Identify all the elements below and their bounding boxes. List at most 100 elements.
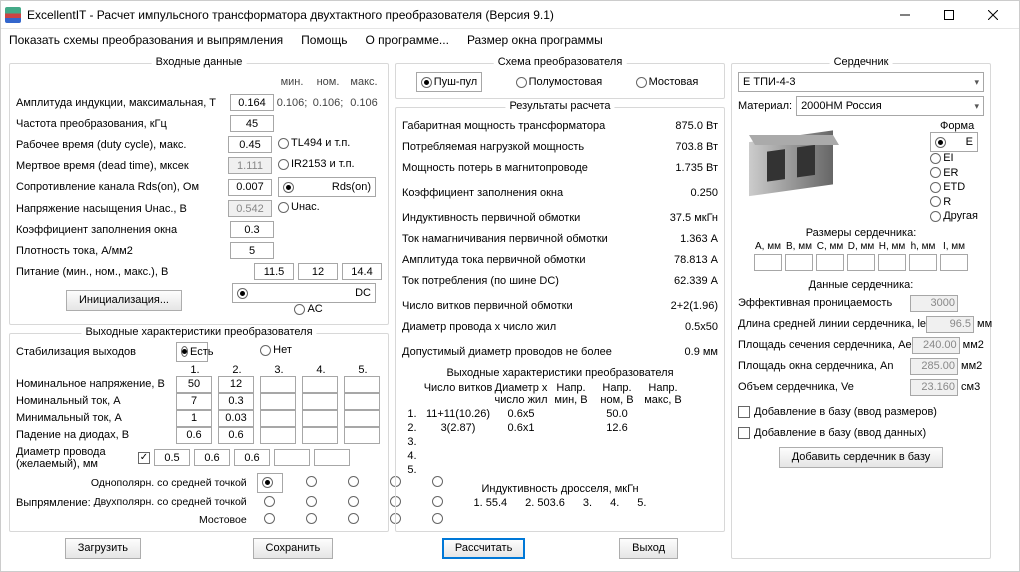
supply-max[interactable] xyxy=(342,263,382,280)
core-group: Сердечник Е ТПИ-4-3▾ Материал: 2000НМ Ро… xyxy=(731,63,991,559)
supply-nom[interactable] xyxy=(298,263,338,280)
driver-radio-usat[interactable]: Uнас. xyxy=(278,201,320,213)
menu-item[interactable]: О программе... xyxy=(366,33,449,47)
kfill-input[interactable] xyxy=(230,221,274,238)
maximize-button[interactable] xyxy=(927,2,971,28)
dim-input[interactable] xyxy=(847,254,875,271)
out-cell[interactable] xyxy=(302,393,338,410)
label: Индуктивность дросселя, мкГн xyxy=(402,483,718,495)
diam-cell[interactable] xyxy=(314,449,350,466)
driver-radio-ir2153[interactable]: IR2153 и т.п. xyxy=(278,158,355,170)
shape-radio[interactable]: EI xyxy=(930,152,953,164)
dead-input xyxy=(228,157,272,174)
scheme-pushpull[interactable]: Пуш-пул xyxy=(416,72,483,92)
dc-radio[interactable]: DC xyxy=(232,283,376,303)
core-data xyxy=(926,316,974,333)
add-dims-check[interactable] xyxy=(738,406,750,418)
core-select[interactable]: Е ТПИ-4-3▾ xyxy=(738,72,984,92)
rect-radio[interactable] xyxy=(257,473,283,493)
dim-input[interactable] xyxy=(878,254,906,271)
label: Амплитуда индукции, максимальная, Т xyxy=(16,97,230,109)
out-cell[interactable] xyxy=(176,376,212,393)
scheme-bridge[interactable]: Мостовая xyxy=(636,76,699,88)
core-data xyxy=(910,295,958,312)
dim-input[interactable] xyxy=(754,254,782,271)
close-button[interactable] xyxy=(971,2,1015,28)
out-cell[interactable] xyxy=(344,427,380,444)
rect-radio[interactable] xyxy=(264,496,275,507)
add-core-button[interactable]: Добавить сердечник в базу xyxy=(779,447,944,468)
out-cell[interactable] xyxy=(218,427,254,444)
label: Данные сердечника: xyxy=(738,279,984,291)
minimize-button[interactable] xyxy=(883,2,927,28)
shape-radio[interactable]: E xyxy=(930,132,978,152)
rect-radio[interactable] xyxy=(306,513,317,524)
scheme-halfbridge[interactable]: Полумостовая xyxy=(516,76,603,88)
supply-min[interactable] xyxy=(254,263,294,280)
stab-no[interactable]: Нет xyxy=(260,344,292,356)
diam-cell[interactable] xyxy=(194,449,230,466)
out-cell[interactable] xyxy=(302,410,338,427)
shape-radio[interactable]: ER xyxy=(930,167,958,179)
label: Размеры сердечника: xyxy=(738,227,984,239)
add-data-check[interactable] xyxy=(738,427,750,439)
driver-radio-rdson[interactable]: Rds(on) xyxy=(278,177,376,197)
menu-item[interactable]: Помощь xyxy=(301,33,347,47)
rect-radio[interactable] xyxy=(348,476,359,487)
out-cell[interactable] xyxy=(260,393,296,410)
rect-radio[interactable] xyxy=(348,513,359,524)
save-button[interactable]: Сохранить xyxy=(253,538,334,559)
titlebar: ExcellentIT - Расчет импульсного трансфо… xyxy=(1,1,1019,29)
load-button[interactable]: Загрузить xyxy=(65,538,141,559)
group-label: Выходные характеристики преобразователя xyxy=(81,326,316,338)
dim-input[interactable] xyxy=(816,254,844,271)
init-button[interactable]: Инициализация... xyxy=(66,290,182,311)
diam-check[interactable] xyxy=(138,452,150,464)
out-cell[interactable] xyxy=(260,427,296,444)
rect-radio[interactable] xyxy=(348,496,359,507)
out-cell[interactable] xyxy=(344,410,380,427)
ac-radio[interactable]: AC xyxy=(294,303,322,315)
shape-radio[interactable]: R xyxy=(930,196,951,208)
out-cell[interactable] xyxy=(302,376,338,393)
menu-item[interactable]: Показать схемы преобразования и выпрямле… xyxy=(9,33,283,47)
out-cell[interactable] xyxy=(218,376,254,393)
out-cell[interactable] xyxy=(176,427,212,444)
out-cell[interactable] xyxy=(302,427,338,444)
rect-radio[interactable] xyxy=(306,496,317,507)
out-cell[interactable] xyxy=(344,376,380,393)
rect-radio[interactable] xyxy=(264,513,275,524)
dim-input[interactable] xyxy=(909,254,937,271)
out-cell[interactable] xyxy=(260,376,296,393)
jdens-input[interactable] xyxy=(230,242,274,259)
material-select[interactable]: 2000НМ Россия▾ xyxy=(796,96,984,116)
freq-input[interactable] xyxy=(230,115,274,132)
exit-button[interactable]: Выход xyxy=(619,538,678,559)
duty-input[interactable] xyxy=(228,136,272,153)
out-cell[interactable] xyxy=(218,393,254,410)
diam-cell[interactable] xyxy=(234,449,270,466)
rect-radio[interactable] xyxy=(306,476,317,487)
scheme-group: Схема преобразователя Пуш-пул Полумостов… xyxy=(395,63,725,99)
driver-radio-tl494[interactable]: TL494 и т.п. xyxy=(278,137,350,149)
core-image xyxy=(738,120,848,210)
dim-input[interactable] xyxy=(785,254,813,271)
dim-input[interactable] xyxy=(940,254,968,271)
input-group: Входные данные мин.ном.макс. Амплитуда и… xyxy=(9,63,389,325)
out-cell[interactable] xyxy=(260,410,296,427)
out-cell[interactable] xyxy=(344,393,380,410)
stab-yes[interactable]: Есть xyxy=(176,342,208,362)
results-group: Результаты расчета Габаритная мощность т… xyxy=(395,107,725,532)
diam-cell[interactable] xyxy=(154,449,190,466)
rds-input[interactable] xyxy=(228,179,272,196)
shape-radio[interactable]: ETD xyxy=(930,181,965,193)
out-cell[interactable] xyxy=(176,410,212,427)
out-cell[interactable] xyxy=(176,393,212,410)
diam-cell[interactable] xyxy=(274,449,310,466)
amp-input[interactable] xyxy=(230,94,274,111)
core-data xyxy=(910,379,958,396)
out-cell[interactable] xyxy=(218,410,254,427)
shape-radio[interactable]: Другая xyxy=(930,210,978,222)
calc-button[interactable]: Рассчитать xyxy=(442,538,525,559)
menu-item[interactable]: Размер окна программы xyxy=(467,33,603,47)
